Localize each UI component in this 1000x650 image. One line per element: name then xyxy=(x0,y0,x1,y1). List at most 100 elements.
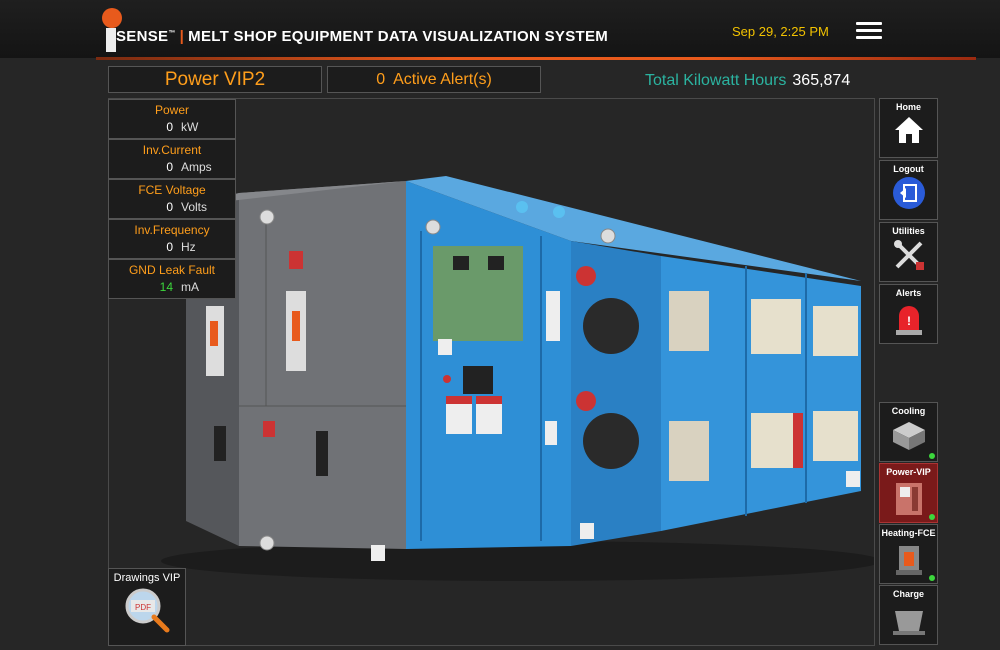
nav-label: Charge xyxy=(892,589,924,599)
scr-panel-b xyxy=(583,298,639,354)
alert-label: Active Alert(s) xyxy=(393,71,492,88)
lever-handle xyxy=(316,431,328,476)
logo-bar xyxy=(106,28,116,52)
metric-inv-frequency: Inv.Frequency 0 Hz xyxy=(108,219,236,259)
brand-name: SENSE xyxy=(116,28,169,45)
active-alerts[interactable]: 0 Active Alert(s) xyxy=(327,66,541,93)
metric-label: FCE Voltage xyxy=(138,183,206,197)
magnifier-hotspot-icon xyxy=(259,535,275,551)
svg-text:PDF: PDF xyxy=(135,603,151,612)
metric-label: Power xyxy=(154,103,189,117)
alarm-beacon-icon: ! xyxy=(895,306,922,335)
kwh-value: 365,874 xyxy=(792,72,851,89)
metric-fce-voltage: FCE Voltage 0 Volts xyxy=(108,179,236,219)
nav-power-vip-button[interactable]: Power-VIP xyxy=(879,463,938,523)
metric-value: 0 xyxy=(166,120,173,134)
magnifier-hotspot-icon xyxy=(600,228,616,244)
charge-bucket-icon xyxy=(892,611,925,635)
lever-handle xyxy=(214,426,226,461)
drawings-label: Drawings VIP xyxy=(113,572,181,584)
scr-component xyxy=(576,391,596,411)
metric-unit: mA xyxy=(181,280,199,294)
nav-label: Utilities xyxy=(892,226,925,236)
nav-cooling-button[interactable]: Cooling xyxy=(879,402,938,462)
breaker-group xyxy=(669,291,709,351)
app-title: SENSE™ | MELT SHOP EQUIPMENT DATA VISUALIZ… xyxy=(116,28,608,45)
scr-panel-a xyxy=(583,413,639,469)
voltage-tag xyxy=(545,421,557,445)
datetime: Sep 29, 2:25 PM xyxy=(732,24,829,39)
metric-gnd-leak-fault: GND Leak Fault 14 mA xyxy=(108,259,236,299)
menu-line xyxy=(856,22,882,25)
scr-component xyxy=(576,266,596,286)
breaker-group xyxy=(813,306,858,356)
nav-alerts-button[interactable]: Alerts ! xyxy=(879,284,938,344)
door-lock xyxy=(546,291,560,341)
status-indicator xyxy=(929,453,935,459)
metric-value: 0 xyxy=(166,200,173,214)
meter-panel xyxy=(433,246,523,341)
danger-label-header xyxy=(476,396,502,404)
menu-line xyxy=(856,29,882,32)
metric-label: GND Leak Fault xyxy=(128,263,216,277)
switch-handle xyxy=(292,311,300,341)
system-title: MELT SHOP EQUIPMENT DATA VISUALIZATION S… xyxy=(188,28,609,45)
document-hotspot-icon xyxy=(371,545,385,561)
nav-heating-fce-button[interactable]: Heating-FCE xyxy=(879,524,938,584)
digital-meter xyxy=(488,256,504,270)
header-bar: SENSE™ | MELT SHOP EQUIPMENT DATA VISUALIZ… xyxy=(0,0,1000,58)
nav-label: Power-VIP xyxy=(886,467,931,477)
status-indicator xyxy=(929,575,935,581)
total-kwh: Total Kilowatt Hours 365,874 xyxy=(645,72,850,90)
document-hotspot-icon xyxy=(580,523,594,539)
metric-label: Inv.Frequency xyxy=(134,223,210,237)
nav-charge-button[interactable]: Charge xyxy=(879,585,938,645)
nav-label: Cooling xyxy=(891,406,926,416)
breaker-tag xyxy=(793,413,803,468)
nav-label: Alerts xyxy=(895,288,922,298)
metric-unit: Amps xyxy=(181,160,212,174)
nav-home-button[interactable]: Home xyxy=(879,98,938,158)
gray-cabinet-front xyxy=(239,181,406,549)
metric-value: 0 xyxy=(166,240,173,254)
furnace-icon xyxy=(895,546,922,575)
breaker-group xyxy=(751,299,801,354)
coolant-drop-icon xyxy=(516,201,528,213)
metric-unit: kW xyxy=(181,120,199,134)
warning-placard xyxy=(263,421,275,437)
nav-label: Home xyxy=(895,102,921,112)
hamburger-menu-icon[interactable] xyxy=(856,22,882,42)
digital-meter xyxy=(453,256,469,270)
nav-utilities-button[interactable]: Utilities xyxy=(879,222,938,282)
breaker-group xyxy=(669,421,709,481)
metric-inv-current: Inv.Current 0 Amps xyxy=(108,139,236,179)
metric-unit: Hz xyxy=(181,240,196,254)
home-icon xyxy=(894,117,923,143)
drawings-vip-button[interactable]: Drawings VIP PDF xyxy=(108,568,186,646)
alert-count: 0 xyxy=(376,71,386,88)
status-indicator xyxy=(929,514,935,520)
switch-handle xyxy=(210,321,218,346)
kwh-label: Total Kilowatt Hours xyxy=(645,72,787,89)
metric-power: Power 0 kW xyxy=(108,99,236,139)
cooling-unit-icon xyxy=(892,422,925,450)
logo-dot xyxy=(102,8,122,28)
danger-label-header xyxy=(446,396,472,404)
metrics-panel: Power 0 kW Inv.Current 0 Amps FCE Voltage … xyxy=(108,99,236,299)
breaker-group xyxy=(813,411,858,461)
coolant-drop-icon xyxy=(553,206,565,218)
tools-icon xyxy=(893,240,924,270)
nav-logout-button[interactable]: Logout xyxy=(879,160,938,220)
indicator-light xyxy=(443,375,451,383)
document-hotspot-icon xyxy=(438,339,452,355)
metric-label: Inv.Current xyxy=(142,143,202,157)
metric-value: 0 xyxy=(166,160,173,174)
svg-text:!: ! xyxy=(907,314,911,328)
menu-line xyxy=(856,36,882,39)
power-cabinet-icon xyxy=(895,483,922,515)
title-separator: | xyxy=(179,28,185,45)
asset-title: Power VIP2 xyxy=(108,66,322,93)
magnifier-hotspot-icon xyxy=(259,209,275,225)
control-display xyxy=(463,366,493,394)
metric-unit: Volts xyxy=(181,200,208,214)
